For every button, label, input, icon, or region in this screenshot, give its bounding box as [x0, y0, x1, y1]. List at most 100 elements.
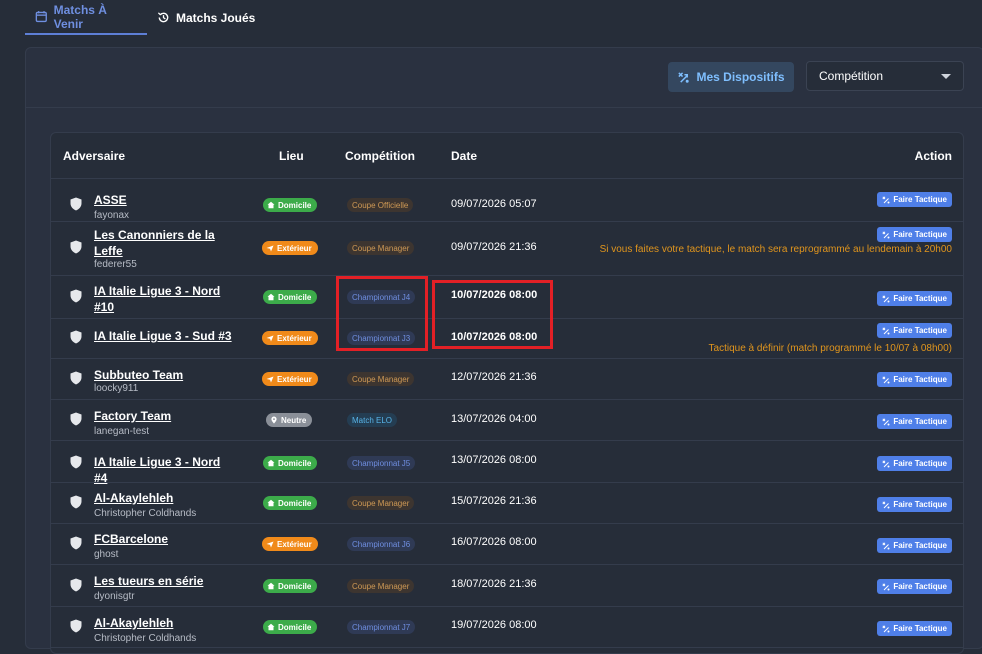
venue-badge: Domicile: [263, 496, 318, 510]
opponent-name-link[interactable]: Al-Akaylehleh: [94, 615, 234, 631]
tab-bar: Matchs À Venir Matchs Joués: [25, 0, 265, 35]
opponent-manager: fayonax: [94, 210, 130, 221]
competition-badge: Coupe Manager: [347, 579, 415, 593]
faire-tactique-button[interactable]: Faire Tactique: [877, 497, 952, 512]
match-date: 15/07/2026 21:36: [451, 495, 537, 507]
tactics-icon: [882, 624, 890, 632]
opponent-manager: federer55: [94, 259, 137, 270]
shield-icon: [70, 578, 82, 592]
venue-badge: Extérieur: [262, 537, 318, 551]
faire-tactique-label: Faire Tactique: [893, 582, 947, 591]
opponent-name-link[interactable]: IA Italie Ligue 3 - Nord #10: [94, 283, 234, 315]
faire-tactique-button[interactable]: Faire Tactique: [877, 579, 952, 594]
venue-badge: Domicile: [263, 198, 318, 212]
opponent-name-link[interactable]: IA Italie Ligue 3 - Sud #3: [94, 328, 234, 344]
reschedule-note: Si vous faites votre tactique, le match …: [599, 244, 952, 255]
match-date: 13/07/2026 04:00: [451, 413, 537, 425]
faire-tactique-label: Faire Tactique: [893, 230, 947, 239]
faire-tactique-label: Faire Tactique: [893, 326, 947, 335]
venue-label: Domicile: [278, 498, 312, 508]
table-row: ASSE fayonax Domicile Coupe Officielle 09/07…: [51, 179, 963, 222]
shield-icon: [70, 330, 82, 344]
tab-label: Matchs À Venir: [53, 2, 107, 31]
match-date: 09/07/2026 21:36: [451, 241, 537, 253]
opponent-name-link[interactable]: Subbuteo Team: [94, 367, 234, 383]
venue-badge: Neutre: [266, 413, 313, 427]
competition-badge: Championnat J7: [347, 620, 416, 634]
shield-icon: [70, 412, 82, 426]
competition-badge: Coupe Manager: [347, 372, 415, 386]
table-row: Al-Akaylehleh Christopher Coldhands Domici…: [51, 606, 963, 648]
home-icon: [267, 582, 275, 590]
tab-upcoming-matches[interactable]: Matchs À Venir: [25, 0, 147, 35]
mes-dispositifs-button[interactable]: Mes Dispositifs: [668, 62, 794, 92]
faire-tactique-button[interactable]: Faire Tactique: [877, 456, 952, 471]
competition-badge: Coupe Manager: [347, 496, 415, 510]
tactics-icon: [882, 459, 890, 467]
plane-icon: [266, 335, 274, 342]
opponent-name-link[interactable]: Factory Team: [94, 408, 234, 424]
venue-badge: Extérieur: [262, 331, 318, 345]
divider: [26, 107, 982, 108]
plane-icon: [266, 376, 274, 383]
venue-label: Domicile: [278, 622, 312, 632]
shield-icon: [70, 455, 82, 469]
opponent-name-link[interactable]: Les tueurs en série: [94, 573, 234, 589]
faire-tactique-button[interactable]: Faire Tactique: [877, 414, 952, 429]
header-adversaire: Adversaire: [63, 149, 126, 163]
match-date: 19/07/2026 08:00: [451, 619, 537, 631]
faire-tactique-button[interactable]: Faire Tactique: [877, 621, 952, 636]
tactics-icon: [882, 326, 890, 334]
faire-tactique-button[interactable]: Faire Tactique: [877, 291, 952, 306]
competition-select[interactable]: Compétition: [806, 61, 964, 91]
opponent-manager: Christopher Coldhands: [94, 633, 197, 644]
tab-played-matches[interactable]: Matchs Joués: [147, 0, 265, 35]
plane-icon: [266, 245, 274, 252]
opponent-name-link[interactable]: Al-Akaylehleh: [94, 490, 234, 506]
opponent-name-link[interactable]: Les Canonniers de la Leffe: [94, 227, 234, 259]
match-date: 09/07/2026 05:07: [451, 198, 537, 210]
chevron-down-icon: [941, 73, 951, 79]
home-icon: [267, 459, 275, 467]
shield-icon: [70, 197, 82, 211]
competition-badge: Championnat J6: [347, 537, 416, 551]
opponent-name-link[interactable]: ASSE: [94, 192, 234, 208]
venue-badge: Domicile: [263, 620, 318, 634]
match-date: 12/07/2026 21:36: [451, 371, 537, 383]
header-action: Action: [914, 149, 952, 163]
opponent-name-link[interactable]: FCBarcelone: [94, 531, 234, 547]
faire-tactique-button[interactable]: Faire Tactique: [877, 227, 952, 242]
table-row: IA Italie Ligue 3 - Nord #4 Domicile Champ…: [51, 440, 963, 485]
home-icon: [267, 499, 275, 507]
tactics-icon: [882, 375, 890, 383]
opponent-manager: ghost: [94, 549, 119, 560]
shield-icon: [70, 495, 82, 509]
mes-dispositifs-label: Mes Dispositifs: [696, 70, 785, 84]
tab-label: Matchs Joués: [176, 10, 256, 25]
faire-tactique-button[interactable]: Faire Tactique: [877, 538, 952, 553]
shield-icon: [70, 619, 82, 633]
faire-tactique-button[interactable]: Faire Tactique: [877, 192, 952, 207]
table-row: FCBarcelone ghost Extérieur Championnat J6 1…: [51, 523, 963, 565]
faire-tactique-label: Faire Tactique: [893, 624, 947, 633]
matches-panel: Mes Dispositifs Compétition Adversaire L…: [25, 47, 982, 654]
venue-label: Neutre: [281, 415, 307, 425]
venue-badge: Domicile: [263, 456, 318, 470]
faire-tactique-button[interactable]: Faire Tactique: [877, 372, 952, 387]
matches-table: Adversaire Lieu Compétition Date Action …: [50, 132, 964, 654]
competition-badge: Coupe Manager: [347, 241, 415, 255]
venue-label: Domicile: [278, 292, 312, 302]
tactics-icon: [882, 417, 890, 425]
faire-tactique-button[interactable]: Faire Tactique: [877, 323, 952, 338]
venue-badge: Domicile: [263, 290, 318, 304]
venue-label: Domicile: [278, 458, 312, 468]
venue-label: Extérieur: [277, 374, 312, 384]
table-row: Les Canonniers de la Leffe federer55 Extér…: [51, 221, 963, 276]
tactics-icon: [882, 582, 890, 590]
tactics-icon: [882, 294, 890, 302]
faire-tactique-label: Faire Tactique: [893, 459, 947, 468]
venue-label: Extérieur: [277, 539, 312, 549]
tactics-icon: [882, 541, 890, 549]
history-icon: [157, 12, 169, 23]
opponent-manager: lanegan-test: [94, 426, 150, 437]
